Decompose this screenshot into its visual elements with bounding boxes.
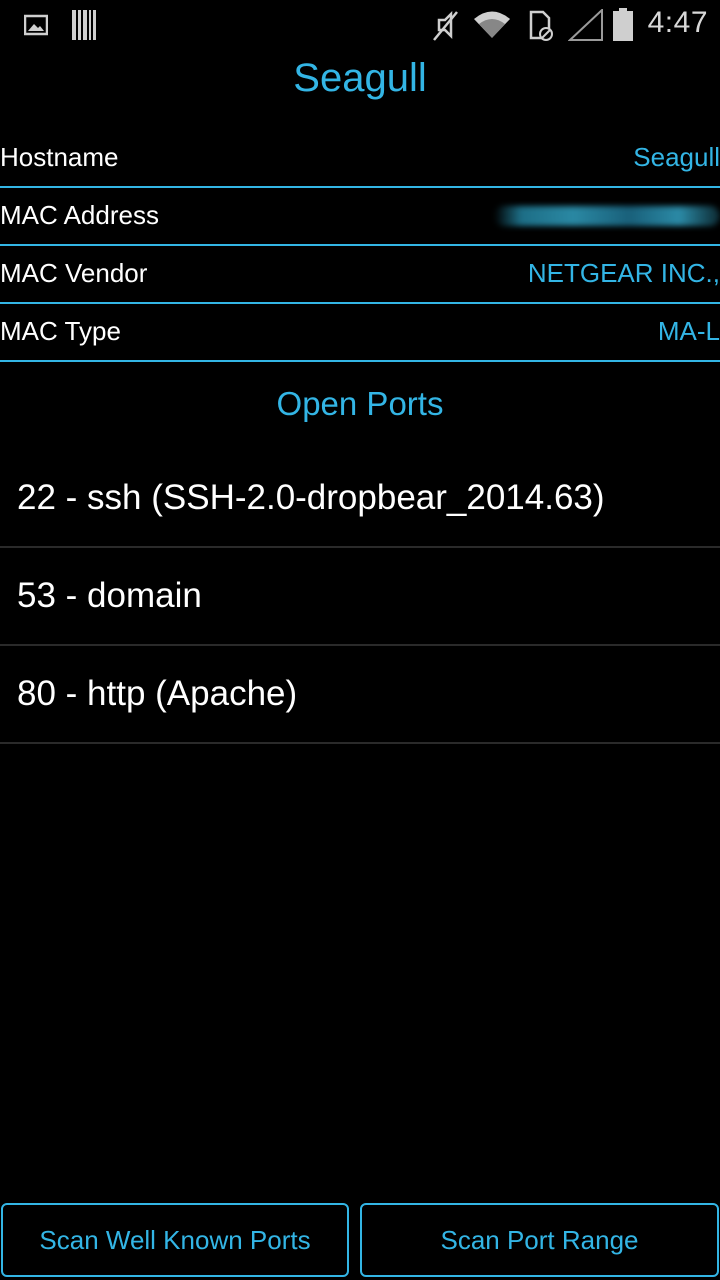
port-item-label: 22 - ssh (SSH-2.0-dropbear_2014.63)	[17, 478, 605, 517]
list-item[interactable]: 80 - http (Apache)	[0, 646, 720, 744]
battery-icon	[613, 8, 633, 41]
page-title: Seagull	[293, 56, 427, 100]
image-icon	[24, 14, 48, 36]
list-item[interactable]: 53 - domain	[0, 548, 720, 646]
info-row-mac-type: MAC Type MA-L	[0, 304, 720, 362]
scan-well-known-ports-button[interactable]: Scan Well Known Ports	[1, 1203, 349, 1277]
mac-address-redacted-value	[494, 206, 720, 226]
info-row-mac-address: MAC Address	[0, 188, 720, 246]
info-row-hostname: Hostname Seagull	[0, 130, 720, 188]
open-ports-heading: Open Ports	[276, 385, 444, 422]
barcode-icon	[72, 10, 96, 40]
device-info-table: Hostname Seagull MAC Address MAC Vendor …	[0, 130, 720, 362]
scan-port-range-button[interactable]: Scan Port Range	[360, 1203, 719, 1277]
mac-vendor-value: NETGEAR INC.,	[527, 258, 720, 288]
signal-icon	[568, 9, 603, 41]
port-item-label: 80 - http (Apache)	[17, 674, 298, 713]
status-bar: 4:47	[0, 0, 720, 50]
status-clock: 4:47	[647, 6, 708, 39]
mac-type-label: MAC Type	[0, 316, 121, 346]
hostname-value: Seagull	[633, 142, 720, 172]
mute-icon	[433, 10, 458, 41]
hostname-label: Hostname	[0, 142, 119, 172]
sim-icon	[529, 10, 553, 41]
open-ports-list: 22 - ssh (SSH-2.0-dropbear_2014.63) 53 -…	[0, 450, 720, 744]
mac-vendor-label: MAC Vendor	[0, 258, 148, 288]
wifi-icon	[474, 11, 510, 38]
mac-address-label: MAC Address	[0, 200, 159, 230]
mac-type-value: MA-L	[657, 316, 720, 346]
info-row-mac-vendor: MAC Vendor NETGEAR INC.,	[0, 246, 720, 304]
port-item-label: 53 - domain	[17, 576, 202, 615]
list-item[interactable]: 22 - ssh (SSH-2.0-dropbear_2014.63)	[0, 450, 720, 548]
